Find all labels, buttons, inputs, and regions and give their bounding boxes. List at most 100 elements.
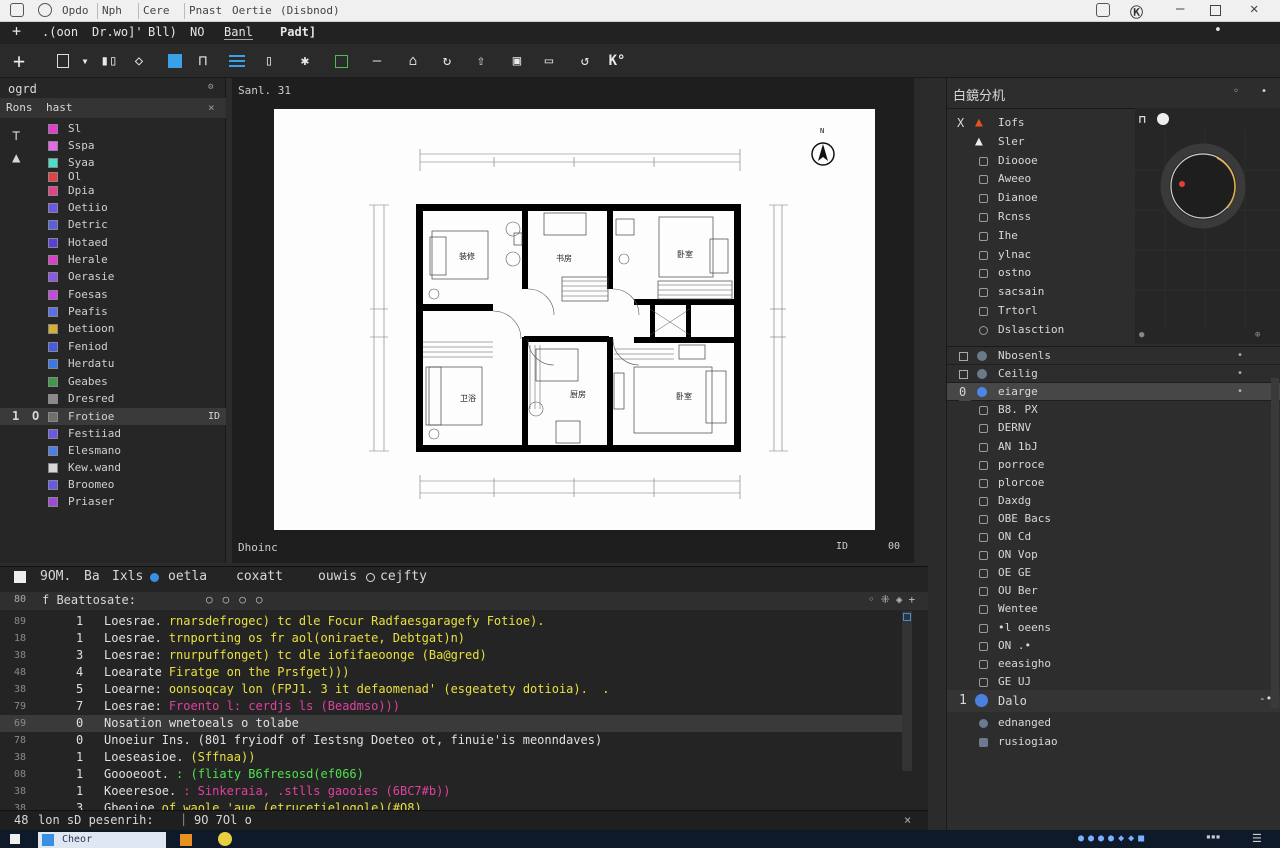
console-line[interactable]: 69 0 Nosation wnetoeals o tolabe xyxy=(0,715,912,732)
navigator-lock-icon[interactable]: ⊓ xyxy=(1139,113,1146,126)
floor-plan-sheet[interactable]: 装修 书房 卧室 卫浴 厨房 卧室 N xyxy=(274,109,875,530)
layer-item[interactable]: Priaser xyxy=(0,493,226,510)
checkbox[interactable] xyxy=(979,533,988,542)
property-item[interactable]: porroce xyxy=(947,456,1280,474)
checkbox[interactable] xyxy=(979,406,988,416)
layer-item[interactable]: Sl xyxy=(0,120,226,137)
checkbox[interactable] xyxy=(979,213,988,222)
checkbox[interactable] xyxy=(979,641,988,651)
close-icon[interactable]: X xyxy=(957,114,964,132)
property-item[interactable]: B8. PX xyxy=(947,401,1280,419)
shape-tool-icon[interactable]: ⌂ xyxy=(402,50,424,72)
checkbox[interactable] xyxy=(979,514,988,524)
property-item[interactable]: • 0 eiarge xyxy=(947,383,1280,402)
upload-tool-icon[interactable]: ⇧ xyxy=(470,50,492,72)
layer-item[interactable]: Festiiad xyxy=(0,425,226,442)
checkbox[interactable] xyxy=(979,288,988,298)
layer-item[interactable]: Broomeo xyxy=(0,476,226,493)
tree-item[interactable]: Dianoe xyxy=(947,189,1133,207)
panel-header-e[interactable]: coxatt xyxy=(236,569,283,584)
dropdown-arrow-icon[interactable]: ▼ xyxy=(74,50,96,72)
console-line[interactable]: 78 0 Unoeiur Ins. (801 fryiodf of Iestsng … xyxy=(0,732,912,749)
k-tool[interactable]: K° xyxy=(606,50,628,72)
tree-item[interactable]: Dioooe xyxy=(947,152,1133,170)
checkbox[interactable] xyxy=(979,478,988,488)
panel-more-icon[interactable]: • xyxy=(1261,86,1267,97)
tree-item[interactable]: ostno xyxy=(947,264,1133,282)
clipboard-tool-icon[interactable]: ▯ xyxy=(258,50,280,72)
rect-tool-icon[interactable] xyxy=(330,50,352,72)
layer-item[interactable]: Foesas xyxy=(0,286,226,303)
tree-item[interactable]: sacsain xyxy=(947,283,1133,301)
console-line[interactable]: 18 1 Loesrae. trnporting os fr aol(oniraet… xyxy=(0,630,912,647)
layer-item[interactable]: Elesmano xyxy=(0,442,226,459)
bluetooth-tool-icon[interactable]: ✱ xyxy=(294,50,316,72)
property-item[interactable]: Wentee xyxy=(947,600,1280,618)
checkbox[interactable] xyxy=(979,659,988,669)
checkbox[interactable] xyxy=(979,460,988,470)
property-item[interactable]: Daxdg xyxy=(947,492,1280,510)
start-icon[interactable] xyxy=(10,834,20,844)
scroll-thumb[interactable] xyxy=(903,613,911,621)
tree-item[interactable]: X ▲ Iofs xyxy=(947,114,1133,132)
property-item[interactable]: OE GE xyxy=(947,564,1280,582)
layer-item[interactable]: Herdatu xyxy=(0,355,226,372)
property-item[interactable]: plorcoe xyxy=(947,474,1280,492)
checkbox[interactable] xyxy=(979,496,988,506)
section-checkbox[interactable] xyxy=(959,352,968,361)
console-line[interactable]: 38 1 Koeeresoe. : Sinkeraia, .stlls gaooie… xyxy=(0,783,912,800)
menu-padt[interactable]: Padt] xyxy=(280,25,316,39)
console-scrollbar[interactable] xyxy=(902,611,912,771)
tree-item[interactable]: Trtorl xyxy=(947,302,1133,320)
taskbar-app[interactable]: Cheor xyxy=(38,832,166,848)
tree-item[interactable]: ▲ Sler xyxy=(947,133,1133,151)
fill-tool-icon[interactable] xyxy=(164,50,186,72)
image-tool-icon[interactable]: ▭ xyxy=(538,50,560,72)
right-scrollbar[interactable] xyxy=(1271,378,1279,708)
layer-item[interactable]: Kew.wand xyxy=(0,459,226,476)
tab-oertie[interactable]: Oertie xyxy=(228,3,276,19)
tree-item[interactable]: Dslasction xyxy=(947,321,1133,339)
taskbar-chrome-icon[interactable] xyxy=(218,832,232,846)
header-close-icon[interactable]: × xyxy=(208,101,215,114)
property-item[interactable]: OU Ber xyxy=(947,582,1280,600)
menu-drwo[interactable]: Dr.wo]' xyxy=(92,25,143,39)
checkbox[interactable] xyxy=(979,250,988,260)
console-line[interactable]: 79 7 Loesrae: Froento l: cerdjs ls (Beadms… xyxy=(0,698,912,715)
section-menu-icon[interactable]: • xyxy=(1237,347,1243,365)
panel-header-d[interactable]: oetla xyxy=(168,569,207,584)
checkbox[interactable] xyxy=(979,175,988,185)
checkbox[interactable] xyxy=(979,307,988,316)
panel-option-icon[interactable]: ◦ xyxy=(1233,86,1239,97)
panel-menu-icon[interactable]: ⚙ xyxy=(208,82,213,92)
layer-item[interactable]: Hotaed xyxy=(0,234,226,251)
radio-icon[interactable] xyxy=(366,573,375,582)
layer-item[interactable]: Oetiio xyxy=(0,199,226,216)
layers-tool-icon[interactable] xyxy=(226,50,248,72)
checkbox[interactable] xyxy=(979,442,988,452)
layer-item[interactable]: Sspa xyxy=(0,137,226,154)
menu-no[interactable]: NO xyxy=(190,25,204,39)
checkbox[interactable] xyxy=(979,325,988,335)
layer-item[interactable]: Frotioe 1 O ID xyxy=(0,408,226,425)
list-item[interactable]: ednanged xyxy=(947,714,1280,732)
layer-item[interactable]: Dresred xyxy=(0,390,226,407)
layer-item[interactable]: Detric xyxy=(0,216,226,233)
console-search-label[interactable]: f Beattosate: xyxy=(42,593,136,607)
checkbox[interactable] xyxy=(979,587,988,597)
console-line[interactable]: 38 5 Loearne: oonsoqcay lon (FPJ1. 3 it de… xyxy=(0,681,912,698)
checkbox[interactable] xyxy=(979,269,988,279)
console-line[interactable]: 38 3 Loesrae: rnurpuffonget) tc dle iofifa… xyxy=(0,647,912,664)
console-line[interactable]: 08 1 Goooeoot. : (fliaty B6fresosd(ef066) xyxy=(0,766,912,783)
columns-tool-icon[interactable]: ▮▯ xyxy=(98,50,120,72)
line-tool-icon[interactable]: — xyxy=(366,50,388,72)
property-item[interactable]: •l oeens xyxy=(947,619,1280,637)
loop-tool-icon[interactable]: ↺ xyxy=(574,50,596,72)
panel-toggle-icon[interactable] xyxy=(1096,3,1110,17)
lock-tool-icon[interactable]: ⊓ xyxy=(192,50,214,72)
page-tool-icon[interactable] xyxy=(52,50,74,72)
property-item[interactable]: AN 1bJ xyxy=(947,438,1280,456)
checkbox[interactable] xyxy=(979,551,988,561)
property-item[interactable]: GE UJ xyxy=(947,673,1280,691)
maximize-icon[interactable] xyxy=(1210,5,1221,16)
